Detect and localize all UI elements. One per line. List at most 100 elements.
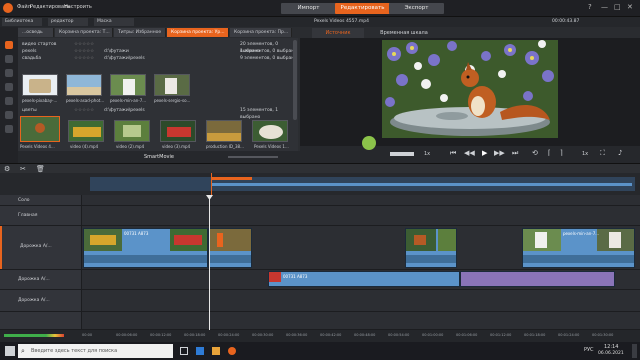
- list-item[interactable]: свадьба ☆☆☆☆☆ d:\футажи\pexels 9 элемент…: [18, 55, 298, 62]
- timeline-toolbar: ⚙ ✂ 🗑: [0, 163, 640, 173]
- tab-bin-lead[interactable]: ...осведь: [18, 28, 54, 37]
- play-icon[interactable]: ▶: [482, 149, 487, 157]
- music-icon[interactable]: [5, 125, 13, 133]
- media-thumbnail[interactable]: [154, 74, 190, 96]
- top-bar: Файл Редактировать Настроить Импорт Реда…: [0, 0, 640, 17]
- mark-out-icon[interactable]: ⌉: [560, 149, 563, 157]
- track-av-1: Дорожка А/... 00731 A873 pexels-min-an-7…: [0, 226, 640, 270]
- mark-in-icon[interactable]: ⌈: [548, 149, 551, 157]
- clock-time[interactable]: 12:14: [604, 344, 618, 350]
- timeline-clip[interactable]: [208, 228, 252, 268]
- timeline-playhead[interactable]: [209, 195, 210, 342]
- thumbnail-size-slider[interactable]: [228, 156, 278, 158]
- track-av-2: Дорожка А/... 00731 A873: [0, 270, 640, 290]
- export-mode-button[interactable]: Экспорт: [389, 3, 444, 14]
- volume-knob-icon[interactable]: [362, 136, 376, 150]
- jog-shuttle[interactable]: [390, 152, 414, 156]
- transitions-icon[interactable]: [5, 111, 13, 119]
- media-thumbnail[interactable]: [252, 120, 288, 142]
- tab-source[interactable]: Источник: [312, 28, 364, 38]
- zoom-label[interactable]: 1x: [582, 151, 588, 157]
- tab-bin-active[interactable]: Корзина проекта: Ур...: [167, 28, 229, 37]
- timeline-overview: [0, 173, 640, 195]
- track-name: Дорожка А/...: [18, 298, 50, 303]
- media-icon[interactable]: [5, 41, 13, 49]
- scissors-icon[interactable]: ✂: [20, 165, 26, 173]
- media-thumbnail[interactable]: [110, 74, 146, 96]
- effects-icon[interactable]: [5, 83, 13, 91]
- audio-icon[interactable]: ♪: [618, 149, 622, 157]
- audio-icon[interactable]: [5, 97, 13, 105]
- prev-frame-icon[interactable]: ⏮: [450, 149, 456, 158]
- explorer-icon[interactable]: [212, 347, 220, 355]
- library-scrollbar[interactable]: [293, 40, 297, 120]
- tab-titles-favorites[interactable]: Титры: Избранное: [114, 28, 166, 37]
- windows-start-icon[interactable]: [5, 346, 15, 356]
- speed-selector[interactable]: 1x: [424, 151, 430, 157]
- smartmovie-button[interactable]: SmartMovie: [144, 154, 174, 160]
- pinnacle-taskbar-icon[interactable]: [228, 347, 236, 355]
- app-logo-icon: [3, 3, 13, 13]
- close-icon[interactable]: ✕: [627, 3, 633, 11]
- bin-tabs: ...осведь Корзина проекта: Т... Титры: И…: [18, 27, 300, 38]
- tab-bin-1[interactable]: Корзина проекта: Т...: [55, 28, 113, 37]
- folder-icon[interactable]: [5, 55, 13, 63]
- player-header: Pexels Videos 4557.mp4 00:00:43.87: [300, 17, 640, 27]
- media-thumbnail[interactable]: [160, 120, 196, 142]
- help-icon[interactable]: ?: [588, 3, 592, 11]
- menu-settings[interactable]: Настроить: [64, 4, 92, 10]
- transport-bar: 1x ⏮ ◀◀ ▶ ▶▶ ⏭ ⟲ ⌈ ⌉ 1x ⛶ ♪: [300, 136, 640, 163]
- edge-icon[interactable]: [196, 347, 204, 355]
- fast-forward-icon[interactable]: ▶▶: [494, 149, 505, 157]
- media-thumbnail[interactable]: [66, 74, 102, 96]
- library-bottom-bar: SmartMovie: [18, 151, 300, 163]
- import-mode-button[interactable]: Импорт: [281, 3, 336, 14]
- fullscreen-icon[interactable]: ⛶: [600, 149, 605, 158]
- tab-library[interactable]: Библиотека: [2, 18, 42, 26]
- maximize-icon[interactable]: □: [614, 3, 621, 11]
- trash-icon[interactable]: 🗑: [36, 165, 45, 173]
- track-solo: Соло: [0, 195, 640, 206]
- timeline-clip[interactable]: [405, 228, 457, 268]
- library-content: видео стартов ☆☆☆☆☆ 20 элементов, 0 выбр…: [18, 38, 298, 151]
- timeline-clip[interactable]: 00731 A873: [83, 228, 208, 268]
- next-frame-icon[interactable]: ⏭: [512, 149, 518, 158]
- library-sidebar: [0, 27, 18, 163]
- library-tabs: Библиотека редактор Маска: [0, 17, 300, 27]
- search-input[interactable]: ⌕ Введите здесь текст для поиска: [18, 344, 173, 358]
- list-item[interactable]: видео стартов ☆☆☆☆☆ 20 элементов, 0 выбр…: [18, 41, 298, 54]
- overview-playhead[interactable]: [211, 173, 212, 195]
- track-av-3: Дорожка А/...: [0, 290, 640, 312]
- list-item[interactable]: цветы ☆☆☆☆☆ d:\футажи\pexels 15 элементо…: [18, 107, 298, 120]
- notifications-icon[interactable]: [632, 344, 637, 358]
- video-preview[interactable]: [382, 40, 558, 138]
- menu-file[interactable]: Файл: [17, 4, 31, 10]
- settings-icon[interactable]: ⚙: [4, 165, 10, 173]
- tab-editor[interactable]: редактор: [48, 18, 88, 26]
- audio-meter: [0, 330, 82, 342]
- media-thumbnail[interactable]: [68, 120, 104, 142]
- titles-icon[interactable]: [5, 69, 13, 77]
- language-indicator[interactable]: РУС: [584, 347, 594, 353]
- timeline-clip[interactable]: pexels-min-an-7...: [522, 228, 635, 268]
- timeline-clip[interactable]: 00731 A873: [268, 271, 460, 287]
- track-name: Дорожка А/...: [20, 244, 52, 249]
- track-name: Соло: [18, 198, 30, 203]
- search-icon: ⌕: [21, 347, 25, 355]
- minimize-icon[interactable]: —: [601, 3, 608, 11]
- tab-bin-4[interactable]: Корзина проекта: Пр...: [230, 28, 292, 37]
- list-item[interactable]: pexels ☆☆☆☆☆ d:\футажи 1 элементов, 0 вы…: [18, 48, 298, 55]
- task-view-icon[interactable]: [180, 347, 188, 355]
- loop-icon[interactable]: ⟲: [532, 149, 538, 157]
- edit-mode-button[interactable]: Редактировать: [335, 3, 390, 14]
- clock-date[interactable]: 06.06.2021: [598, 351, 624, 356]
- timeline-ruler[interactable]: 00:00 00:00:06:00 00:00:12:00 00:00:18:0…: [82, 330, 640, 342]
- tab-timeline[interactable]: Временная шкала: [374, 28, 434, 38]
- tab-mask[interactable]: Маска: [94, 18, 134, 26]
- media-thumbnail[interactable]: [114, 120, 150, 142]
- timeline-clip[interactable]: [460, 271, 615, 287]
- media-thumbnail-selected[interactable]: [20, 116, 60, 142]
- rewind-icon[interactable]: ◀◀: [464, 149, 475, 157]
- media-thumbnail[interactable]: [22, 74, 58, 96]
- media-thumbnail[interactable]: [206, 120, 242, 142]
